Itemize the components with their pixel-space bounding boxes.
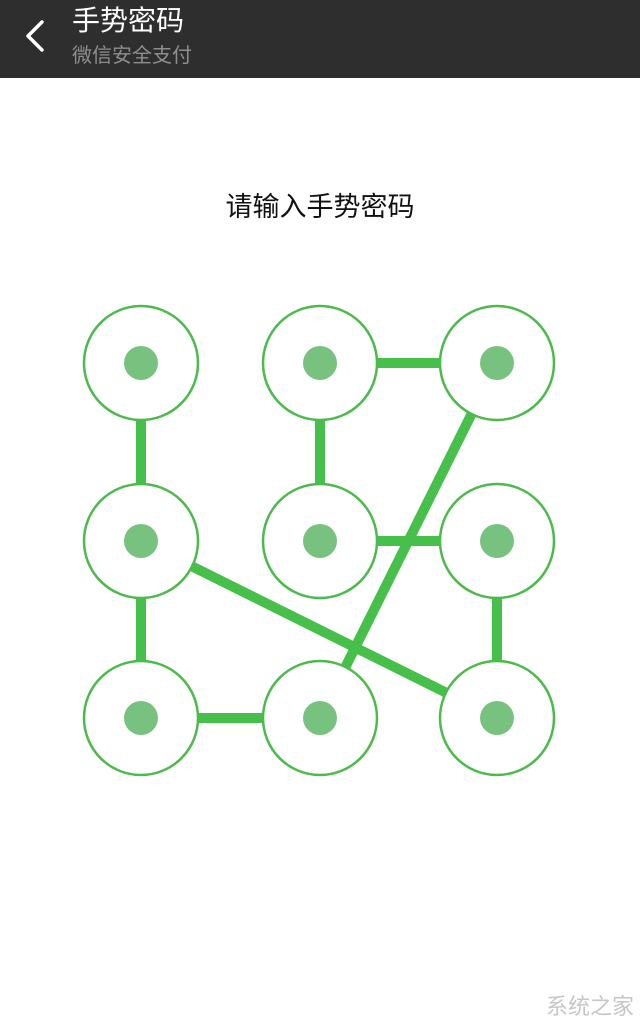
pattern-node-4[interactable] bbox=[82, 482, 200, 600]
pattern-node-9[interactable] bbox=[438, 659, 556, 777]
watermark-logo: 系统之家 bbox=[545, 995, 634, 1020]
pattern-node-dot bbox=[480, 346, 514, 380]
pattern-node-dot bbox=[124, 701, 158, 735]
pattern-node-8[interactable] bbox=[261, 659, 379, 777]
pattern-node-1[interactable] bbox=[82, 304, 200, 422]
pattern-node-5[interactable] bbox=[261, 482, 379, 600]
pattern-node-3[interactable] bbox=[438, 304, 556, 422]
pattern-node-2[interactable] bbox=[261, 304, 379, 422]
pattern-node-7[interactable] bbox=[82, 659, 200, 777]
pattern-node-dot bbox=[480, 701, 514, 735]
pattern-node-dot bbox=[480, 524, 514, 558]
pattern-node-dot bbox=[124, 524, 158, 558]
pattern-node-dot bbox=[303, 346, 337, 380]
gesture-pattern-pad[interactable] bbox=[0, 0, 640, 1025]
pattern-node-6[interactable] bbox=[438, 482, 556, 600]
pattern-node-dot bbox=[303, 524, 337, 558]
pattern-node-dot bbox=[124, 346, 158, 380]
pattern-node-dot bbox=[303, 701, 337, 735]
